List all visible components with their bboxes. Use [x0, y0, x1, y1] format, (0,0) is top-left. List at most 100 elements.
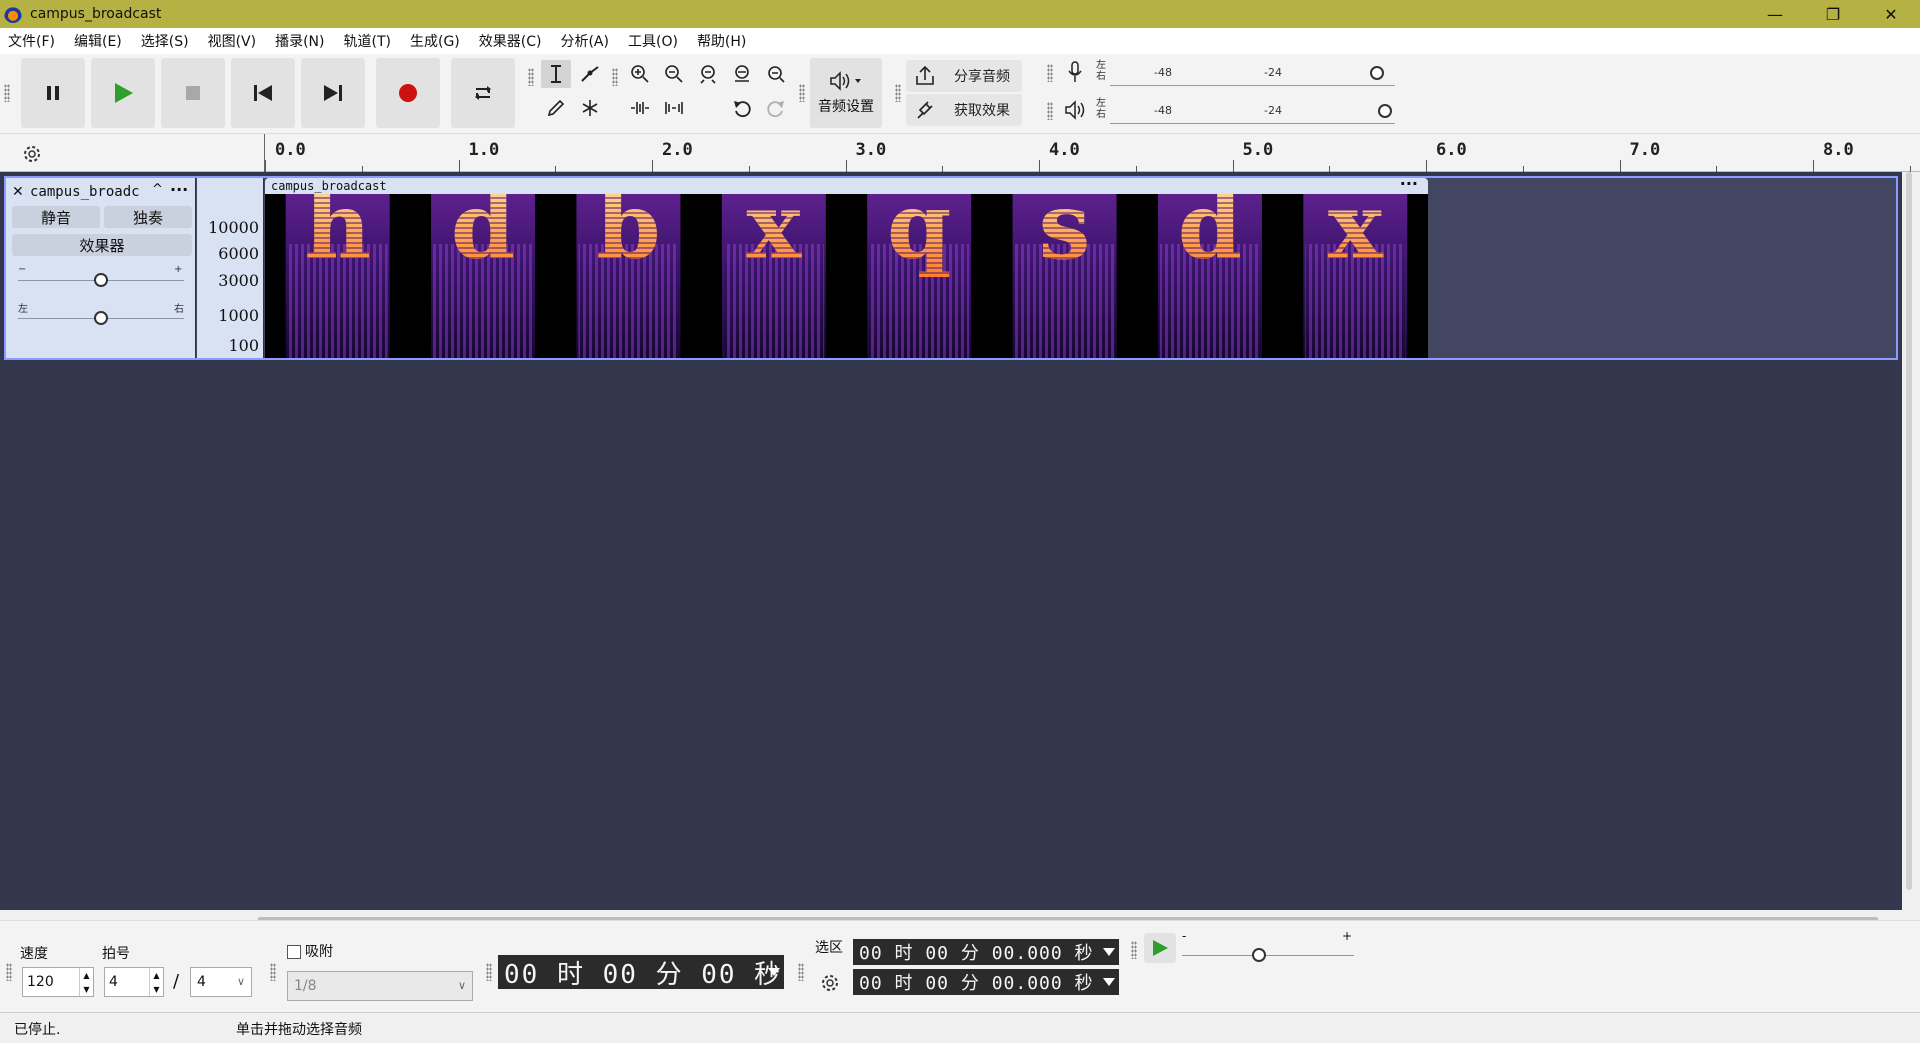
- play-at-speed-button[interactable]: [1144, 933, 1176, 963]
- tools-grip[interactable]: [528, 68, 534, 86]
- loop-button[interactable]: [451, 58, 515, 128]
- play-speed-knob[interactable]: [1252, 948, 1267, 962]
- snap-select[interactable]: 1/8 ∨: [287, 971, 473, 1001]
- audio-setup-grip[interactable]: [799, 84, 805, 102]
- tempo-spinner[interactable]: ▲ ▼: [79, 968, 93, 996]
- pan-slider[interactable]: [18, 311, 184, 325]
- playback-volume-knob[interactable]: [1378, 104, 1392, 118]
- mute-button[interactable]: 静音: [12, 206, 100, 228]
- multi-tool[interactable]: [575, 94, 605, 122]
- time-grip[interactable]: [486, 963, 492, 981]
- selection-start-time[interactable]: 00 时 00 分 00.000 秒: [853, 939, 1119, 965]
- frequency-scale[interactable]: 10000 6000 3000 1000 100: [197, 178, 264, 358]
- solo-button[interactable]: 独奏: [104, 206, 192, 228]
- share-grip[interactable]: [895, 84, 901, 102]
- gain-slider[interactable]: [18, 273, 184, 287]
- share-audio-button[interactable]: 分享音频: [906, 60, 1022, 92]
- menu-view[interactable]: 视图(V): [208, 31, 257, 51]
- ruler-scale[interactable]: 0.0 1.0 2.0 3.0 4.0 5.0 6.0 7.0 8.0: [264, 134, 1920, 172]
- arrow-up-icon[interactable]: ▲: [83, 971, 89, 980]
- track-control-panel[interactable]: ✕ campus_broadc ^ ··· 静音 独奏 效果器 − + 左 右: [6, 178, 196, 358]
- selection-grip[interactable]: [798, 963, 804, 981]
- arrow-up-icon[interactable]: ▲: [153, 971, 159, 980]
- play-speed-slider[interactable]: [1182, 948, 1354, 962]
- close-track-icon[interactable]: ✕: [12, 184, 24, 200]
- record-meter-button[interactable]: [1060, 58, 1090, 86]
- record-volume-knob[interactable]: [1370, 66, 1384, 80]
- playback-level-meter[interactable]: -48 -24: [1110, 96, 1395, 124]
- play-button[interactable]: [91, 58, 155, 128]
- zoom-in-button[interactable]: [625, 60, 655, 88]
- time-signature-upper-input[interactable]: 4 ▲ ▼: [104, 967, 164, 997]
- time-format-dropdown-icon[interactable]: [1103, 978, 1115, 986]
- vertical-scrollbar[interactable]: [1906, 172, 1912, 890]
- time-signature-grip[interactable]: [6, 963, 12, 981]
- playback-meter-grip[interactable]: [1047, 102, 1053, 120]
- play-at-speed-grip[interactable]: [1131, 941, 1137, 959]
- close-button[interactable]: ✕: [1862, 0, 1920, 28]
- time-format-dropdown-icon[interactable]: [768, 968, 780, 976]
- track-panel[interactable]: ✕ campus_broadc ^ ··· 静音 独奏 效果器 − + 左 右 …: [0, 172, 1902, 910]
- record-level-meter[interactable]: -48 -24: [1110, 58, 1395, 86]
- stop-button[interactable]: [161, 58, 225, 128]
- time-display[interactable]: 00 时 00 分 00 秒: [498, 955, 784, 990]
- time-signature-lower-select[interactable]: 4 ∨: [190, 967, 252, 997]
- clip-name[interactable]: campus_broadcast: [271, 179, 387, 193]
- pause-button[interactable]: [21, 58, 85, 128]
- fit-selection-button[interactable]: [693, 60, 723, 88]
- redo-button[interactable]: [761, 94, 791, 122]
- pan-slider-knob[interactable]: [94, 311, 108, 325]
- audio-track[interactable]: ✕ campus_broadc ^ ··· 静音 独奏 效果器 − + 左 右 …: [4, 174, 1898, 360]
- restore-button[interactable]: ❐: [1804, 0, 1862, 28]
- menu-edit[interactable]: 编辑(E): [74, 31, 122, 51]
- collapse-track-icon[interactable]: ^: [152, 182, 163, 197]
- record-button[interactable]: [376, 58, 440, 128]
- menu-effect[interactable]: 效果器(C): [479, 31, 542, 51]
- record-meter-grip[interactable]: [1047, 64, 1053, 82]
- toolbar-grip[interactable]: [4, 84, 10, 102]
- menu-tracks[interactable]: 轨道(T): [344, 31, 391, 51]
- clip-menu-icon[interactable]: ···: [1400, 174, 1418, 193]
- timeline-settings-button[interactable]: [22, 144, 42, 168]
- audio-clip[interactable]: campus_broadcast ··· h h d d b b x x q q…: [265, 174, 1428, 358]
- zoom-toggle-button[interactable]: [761, 60, 791, 88]
- edit-grip[interactable]: [612, 68, 618, 86]
- timeline-ruler[interactable]: 0.0 1.0 2.0 3.0 4.0 5.0 6.0 7.0 8.0: [0, 134, 1920, 172]
- draw-tool[interactable]: [541, 94, 571, 122]
- tempo-input[interactable]: 120 ▲ ▼: [22, 967, 94, 997]
- track-name[interactable]: campus_broadc: [30, 184, 140, 200]
- menu-transport[interactable]: 播录(N): [275, 31, 324, 51]
- undo-button[interactable]: [727, 94, 757, 122]
- trim-audio-button[interactable]: [625, 94, 655, 122]
- silence-audio-button[interactable]: [659, 94, 689, 122]
- menu-help[interactable]: 帮助(H): [697, 31, 746, 51]
- spectrogram[interactable]: hhddbbxxqqssddxx: [265, 194, 1428, 358]
- selection-end-time[interactable]: 00 时 00 分 00.000 秒: [853, 969, 1119, 995]
- menu-generate[interactable]: 生成(G): [410, 31, 460, 51]
- snap-checkbox[interactable]: [287, 945, 301, 959]
- time-format-dropdown-icon[interactable]: [1103, 948, 1115, 956]
- minimize-button[interactable]: —: [1746, 0, 1804, 28]
- envelope-tool[interactable]: [575, 60, 605, 88]
- menu-select[interactable]: 选择(S): [141, 31, 189, 51]
- snap-grip[interactable]: [270, 963, 276, 981]
- playback-meter-button[interactable]: [1060, 96, 1090, 124]
- fit-project-button[interactable]: [727, 60, 757, 88]
- selection-tool[interactable]: [541, 60, 571, 88]
- audio-settings-button[interactable]: 音频设置: [810, 58, 882, 128]
- skip-to-end-button[interactable]: [301, 58, 365, 128]
- menu-analyze[interactable]: 分析(A): [560, 31, 609, 51]
- arrow-down-icon[interactable]: ▼: [83, 985, 89, 994]
- skip-to-start-button[interactable]: [231, 58, 295, 128]
- menu-tools[interactable]: 工具(O): [628, 31, 678, 51]
- effects-button[interactable]: 效果器: [12, 234, 192, 256]
- selection-settings-button[interactable]: [820, 973, 840, 997]
- clip-header[interactable]: campus_broadcast ···: [265, 174, 1428, 194]
- time-signature-spinner[interactable]: ▲ ▼: [149, 968, 163, 996]
- arrow-down-icon[interactable]: ▼: [153, 985, 159, 994]
- track-menu-icon[interactable]: ···: [170, 180, 188, 199]
- zoom-out-button[interactable]: [659, 60, 689, 88]
- gain-slider-knob[interactable]: [94, 273, 108, 287]
- get-effects-button[interactable]: 获取效果: [906, 94, 1022, 126]
- menu-file[interactable]: 文件(F): [8, 31, 55, 51]
